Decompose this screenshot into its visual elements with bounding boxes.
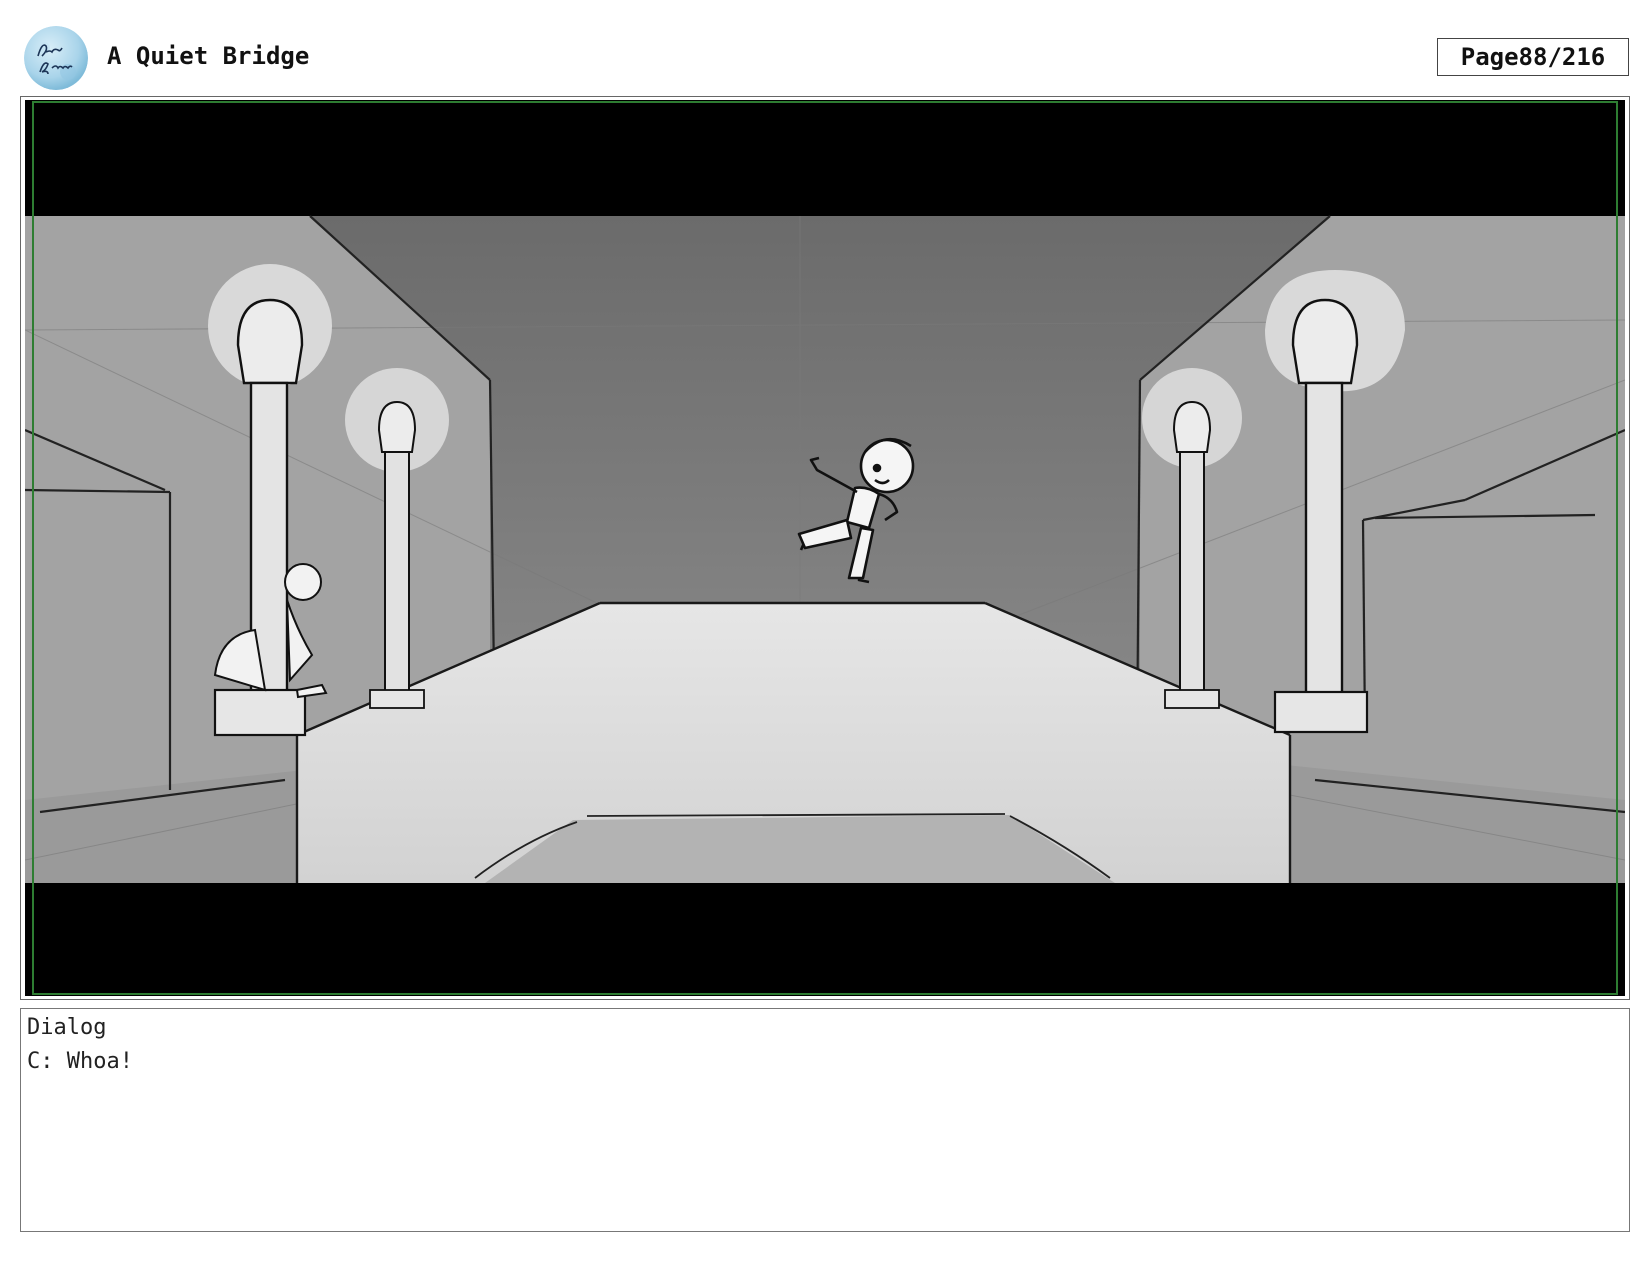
storyboard-panel	[25, 100, 1625, 996]
author-logo	[24, 26, 88, 90]
dialog-label: Dialog	[27, 1015, 107, 1040]
storyboard-title: A Quiet Bridge	[107, 42, 310, 70]
dialog-box: Dialog C: Whoa!	[20, 1008, 1630, 1232]
page-indicator: Page 88/216	[1437, 38, 1629, 76]
page-label: Page	[1460, 43, 1519, 71]
page-number: 88/216	[1518, 43, 1606, 71]
dialog-line: C: Whoa!	[27, 1049, 133, 1074]
panel-drawing	[25, 100, 1625, 996]
